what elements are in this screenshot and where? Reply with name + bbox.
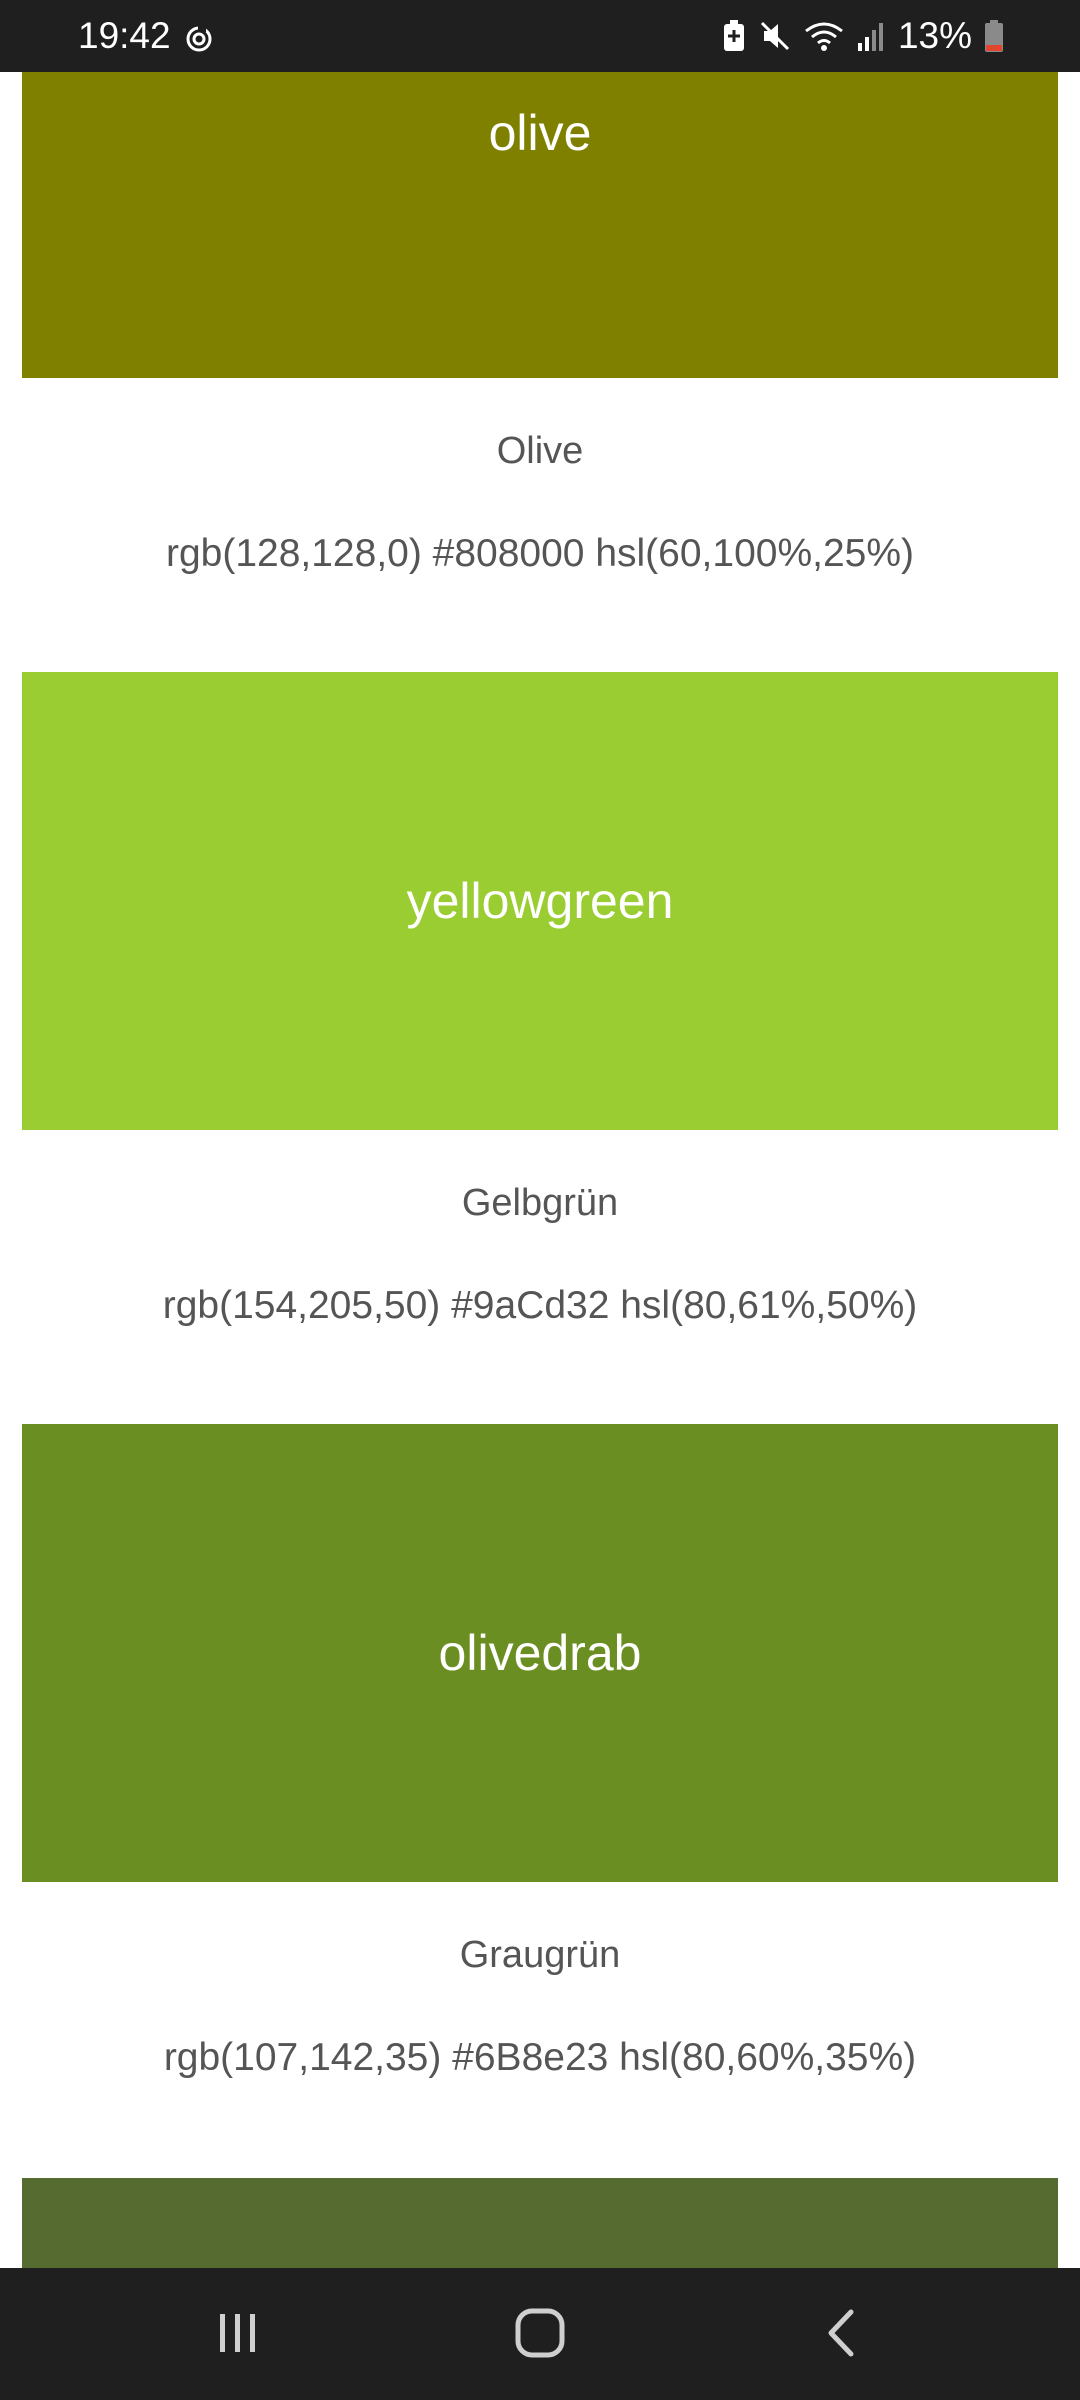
mute-icon xyxy=(760,21,789,51)
color-swatch-next[interactable] xyxy=(22,2178,1058,2268)
home-icon xyxy=(515,2308,565,2358)
color-codes: rgb(128,128,0) #808000 hsl(60,100%,25%) xyxy=(165,532,915,575)
color-name-de: Graugrün xyxy=(459,1934,621,1976)
status-icons: 13% xyxy=(722,14,1004,58)
color-swatch-label: olivedrab xyxy=(438,1625,642,1681)
status-time: 19:42 xyxy=(78,15,171,56)
battery-percent: 13% xyxy=(897,15,972,56)
color-swatch-yellowgreen[interactable]: yellowgreen xyxy=(22,672,1058,1130)
status-bar: 19:42 13% xyxy=(0,0,1080,72)
battery-icon xyxy=(985,20,1003,52)
sync-icon xyxy=(186,26,212,52)
color-name-de: Gelbgrün xyxy=(461,1182,619,1224)
signal-icon xyxy=(857,23,883,51)
color-list[interactable]: olive Olive rgb(128,128,0) #808000 hsl(6… xyxy=(0,72,1080,2268)
home-button[interactable] xyxy=(500,2298,580,2368)
color-swatch-label: olive xyxy=(488,105,592,161)
color-swatch-label: yellowgreen xyxy=(406,873,674,929)
recent-apps-icon xyxy=(220,2314,255,2352)
back-icon xyxy=(828,2309,854,2357)
back-button[interactable] xyxy=(802,2298,882,2368)
color-swatch-olive[interactable]: olive xyxy=(22,72,1058,378)
wifi-icon xyxy=(805,22,843,51)
battery-saver-icon xyxy=(723,20,744,51)
color-codes: rgb(154,205,50) #9aCd32 hsl(80,61%,50%) xyxy=(162,1284,918,1327)
color-swatch-olivedrab[interactable]: olivedrab xyxy=(22,1424,1058,1882)
color-name-de: Olive xyxy=(496,430,584,472)
navigation-bar xyxy=(0,2268,1080,2400)
color-codes: rgb(107,142,35) #6B8e23 hsl(80,60%,35%) xyxy=(163,2036,917,2079)
recent-apps-button[interactable] xyxy=(198,2298,278,2368)
screen: 19:42 13% olive Olive rgb(128,128,0) #80… xyxy=(0,0,1080,2400)
